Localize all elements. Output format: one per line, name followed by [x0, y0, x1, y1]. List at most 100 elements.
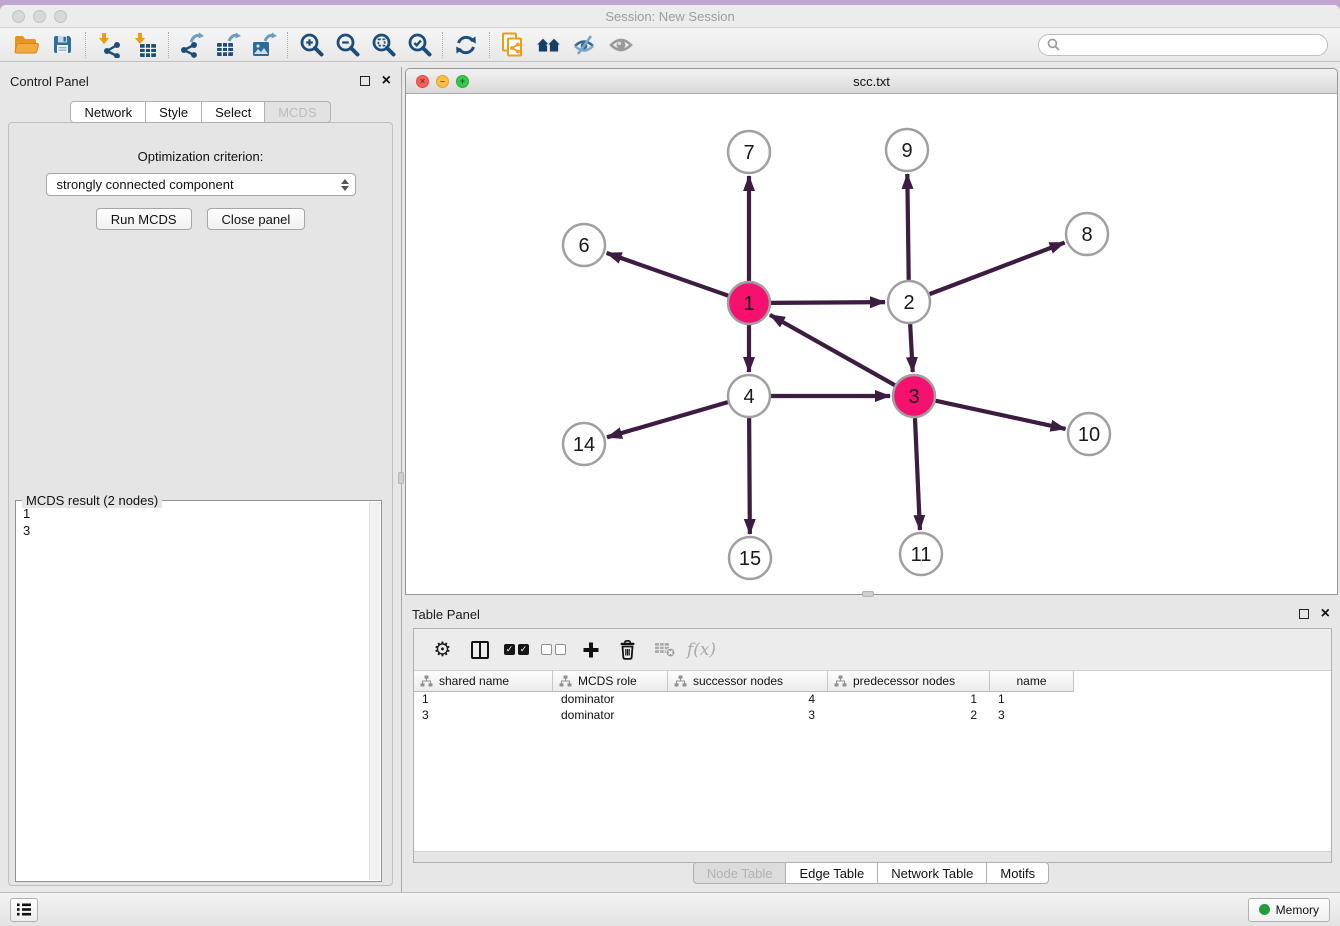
new-network-from-selection-button[interactable]: [495, 30, 531, 60]
tab-motifs[interactable]: Motifs: [986, 862, 1049, 884]
zoom-selected-button[interactable]: [401, 30, 437, 60]
graph-edge-3-10[interactable]: [935, 401, 1065, 429]
task-history-button[interactable]: [10, 898, 38, 922]
import-table-icon: [132, 32, 158, 58]
table-row[interactable]: 1dominator411: [414, 692, 1331, 708]
tab-select[interactable]: Select: [201, 101, 265, 123]
node-table-container: ⚙ ✓✓: [413, 628, 1332, 863]
new-network-from-selection-icon: [501, 32, 526, 58]
close-table-panel-icon[interactable]: ×: [1321, 609, 1330, 619]
graph-node-label: 7: [743, 142, 754, 164]
import-table-button[interactable]: [127, 30, 163, 60]
graph-node-label: 9: [901, 140, 912, 162]
graph-node-label: 2: [903, 292, 914, 314]
zoom-out-button[interactable]: [329, 30, 365, 60]
column-type-icon: [559, 675, 572, 687]
network-area: × – + scc.txt 7968124314101511 Table Pan…: [402, 67, 1340, 892]
status-bar: Memory: [0, 892, 1340, 926]
eye-icon: [608, 35, 634, 55]
hide-panels-button[interactable]: [567, 30, 603, 60]
eye-slash-icon: [572, 34, 598, 56]
search-field[interactable]: [1038, 34, 1328, 56]
network-canvas[interactable]: 7968124314101511: [406, 95, 1337, 594]
search-input[interactable]: [1066, 38, 1319, 52]
delete-row-button[interactable]: [609, 634, 646, 666]
export-table-icon: [215, 32, 241, 58]
graph-edge-2-3[interactable]: [910, 324, 913, 372]
graph-edge-2-9[interactable]: [907, 174, 908, 280]
mcds-result-box: MCDS result (2 nodes) 1 3: [15, 500, 382, 882]
optimization-criterion-label: Optimization criterion:: [9, 149, 392, 164]
graph-edge-3-11[interactable]: [915, 418, 920, 530]
column-header-MCDS-role[interactable]: MCDS role: [553, 671, 668, 692]
delete-column-button[interactable]: [646, 634, 683, 666]
graph-edge-3-1[interactable]: [770, 315, 895, 385]
table-row[interactable]: 3dominator323: [414, 708, 1331, 724]
column-header-predecessor-nodes[interactable]: predecessor nodes: [828, 671, 990, 692]
deselect-all-button[interactable]: [535, 634, 572, 666]
zoom-out-icon: [335, 32, 360, 57]
graph-node-label: 10: [1078, 424, 1100, 446]
add-row-button[interactable]: [572, 634, 609, 666]
run-mcds-button[interactable]: Run MCDS: [96, 208, 192, 230]
vertical-divider-handle[interactable]: [398, 472, 404, 484]
column-header-shared-name[interactable]: shared name: [414, 671, 553, 692]
float-panel-icon[interactable]: [360, 76, 370, 86]
table-settings-button[interactable]: ⚙: [424, 634, 461, 666]
zoom-fit-button[interactable]: [365, 30, 401, 60]
home-button[interactable]: [531, 30, 567, 60]
graph-edge-1-6[interactable]: [607, 253, 729, 296]
checked-boxes-icon: ✓✓: [504, 644, 529, 655]
select-stepper-icon: [341, 179, 349, 191]
mcds-result-text[interactable]: 1 3: [17, 502, 368, 880]
export-network-button[interactable]: [174, 30, 210, 60]
show-columns-button[interactable]: [461, 634, 498, 666]
tab-edge-table[interactable]: Edge Table: [785, 862, 878, 884]
memory-status-icon: [1259, 904, 1270, 915]
close-panel-button[interactable]: Close panel: [207, 208, 306, 230]
criterion-select[interactable]: strongly connected component: [46, 173, 356, 196]
control-panel-tabs: NetworkStyleSelectMCDS: [0, 101, 401, 123]
import-network-button[interactable]: [91, 30, 127, 60]
column-type-icon: [674, 675, 687, 687]
memory-button[interactable]: Memory: [1248, 898, 1330, 922]
graph-edge-1-2[interactable]: [771, 302, 885, 303]
zoom-in-button[interactable]: [293, 30, 329, 60]
graph-edge-4-15[interactable]: [749, 418, 750, 534]
result-scrollbar[interactable]: [369, 502, 380, 880]
graph-edge-2-8[interactable]: [930, 243, 1065, 295]
network-window-titlebar[interactable]: × – + scc.txt: [406, 69, 1337, 94]
apply-layout-button[interactable]: [448, 30, 484, 60]
tab-style[interactable]: Style: [145, 101, 202, 123]
control-panel: Control Panel × NetworkStyleSelectMCDS O…: [0, 67, 402, 892]
toolbar-separator: [442, 32, 443, 58]
column-type-icon: [834, 675, 847, 687]
horizontal-divider-handle[interactable]: [862, 591, 874, 597]
zoom-selected-icon: [407, 32, 432, 57]
open-session-button[interactable]: [8, 30, 44, 60]
tab-mcds[interactable]: MCDS: [264, 101, 330, 123]
tab-network[interactable]: Network: [70, 101, 146, 123]
column-header-successor-nodes[interactable]: successor nodes: [668, 671, 828, 692]
refresh-icon: [454, 33, 478, 57]
export-image-button[interactable]: [246, 30, 282, 60]
close-panel-icon[interactable]: ×: [382, 76, 391, 86]
export-table-button[interactable]: [210, 30, 246, 60]
tab-node-table[interactable]: Node Table: [693, 862, 787, 884]
graph-edge-4-14[interactable]: [607, 402, 728, 437]
select-all-button[interactable]: ✓✓: [498, 634, 535, 666]
table-cell: 2: [828, 708, 990, 724]
tab-network-table[interactable]: Network Table: [877, 862, 987, 884]
column-type-icon: [420, 675, 433, 687]
toolbar-separator: [489, 32, 490, 58]
function-builder-button[interactable]: f(x): [683, 634, 720, 666]
float-table-panel-icon[interactable]: [1299, 609, 1309, 619]
table-hscrollbar[interactable]: [414, 851, 1331, 862]
save-session-button[interactable]: [44, 30, 80, 60]
zoom-in-icon: [299, 32, 324, 57]
network-window-title: scc.txt: [406, 74, 1337, 89]
column-header-name[interactable]: name: [990, 671, 1074, 692]
export-network-icon: [179, 32, 205, 58]
show-panels-button[interactable]: [603, 30, 639, 60]
table-cell: 1: [414, 692, 553, 708]
